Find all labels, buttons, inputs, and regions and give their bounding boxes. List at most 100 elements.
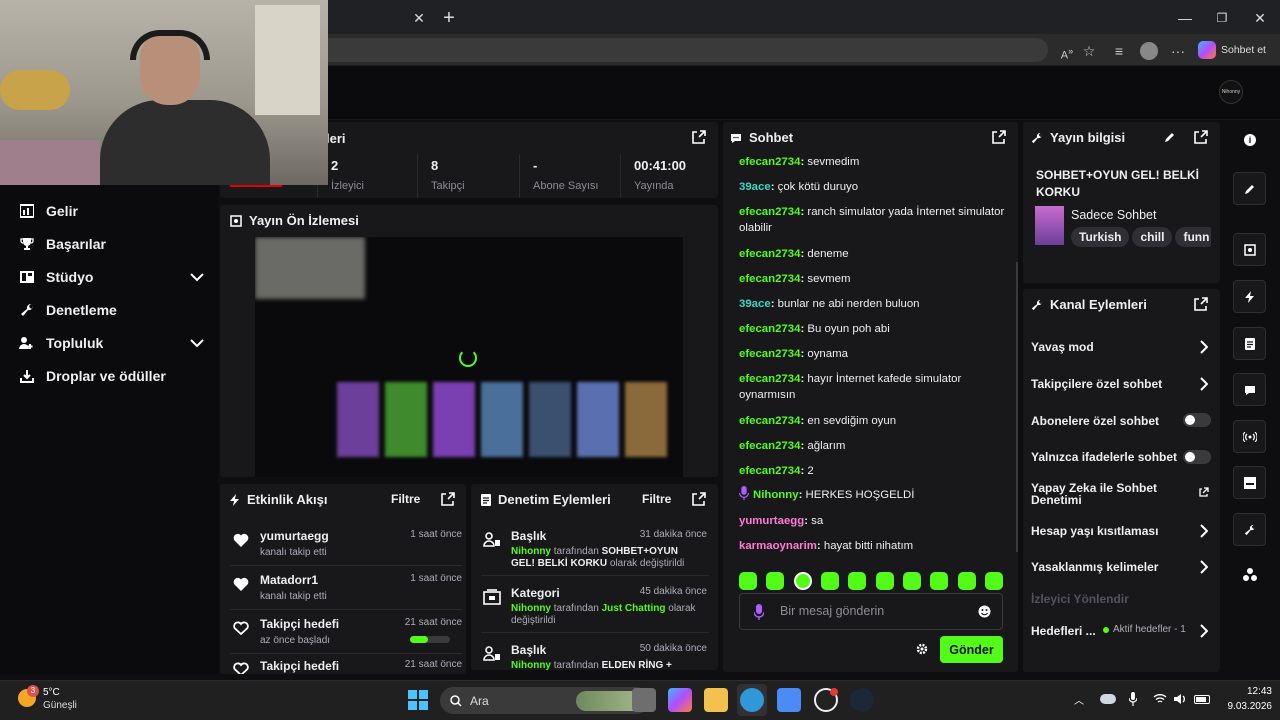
rail-actions-button[interactable] (1233, 513, 1266, 546)
file-explorer-icon[interactable] (704, 688, 728, 712)
expand-icon[interactable] (441, 492, 455, 506)
channel-avatar[interactable]: Nihonny (1219, 80, 1243, 104)
chat-username[interactable]: efecan2734 (739, 465, 800, 477)
expand-icon[interactable] (692, 492, 706, 506)
chevron-down-icon[interactable] (190, 338, 204, 348)
emote-icon[interactable] (984, 572, 1003, 590)
send-button[interactable]: Gönder (940, 636, 1003, 663)
emote-icon[interactable] (902, 572, 921, 590)
minimize-icon[interactable]: — (1175, 8, 1195, 28)
rail-chat-button[interactable] (1233, 373, 1266, 406)
account-age-row[interactable]: Hesap yaşı kısıtlaması (1031, 524, 1211, 538)
profile-avatar[interactable] (1140, 42, 1158, 60)
info-icon[interactable]: i (1244, 134, 1256, 146)
copilot-taskbar-icon[interactable] (668, 688, 692, 712)
maximize-icon[interactable]: ❐ (1212, 8, 1232, 28)
taskbar-search-box[interactable]: Ara (440, 687, 650, 714)
tag-chip[interactable]: funn (1175, 227, 1211, 247)
emote-icon[interactable] (739, 572, 757, 590)
chevron-right-icon[interactable] (1200, 624, 1208, 638)
new-tab-icon[interactable]: + (439, 8, 459, 28)
slow-mode-row[interactable]: Yavaş mod (1031, 340, 1211, 354)
add-widget-icon[interactable] (1242, 568, 1258, 582)
chat-username[interactable]: efecan2734 (739, 156, 800, 168)
chat-username[interactable]: efecan2734 (739, 248, 800, 260)
expand-icon[interactable] (992, 130, 1006, 144)
sidebar-item-community[interactable]: Topluluk (18, 333, 204, 353)
close-tab-icon[interactable]: ✕ (409, 8, 429, 28)
chat-username[interactable]: efecan2734 (739, 373, 800, 385)
chat-username[interactable]: 39ace (739, 181, 771, 193)
task-view-icon[interactable] (632, 688, 656, 712)
weather-temp[interactable]: 5°C (43, 687, 60, 698)
weather-desc[interactable]: Güneşli (43, 700, 77, 711)
chat-username[interactable]: 39ace (739, 298, 771, 310)
battery-icon[interactable] (1194, 695, 1210, 704)
sidebar-item-moderation[interactable]: Denetleme (18, 300, 204, 320)
emote-icon[interactable] (766, 572, 785, 590)
rail-preview-button[interactable] (1233, 233, 1266, 266)
chevron-right-icon[interactable] (1200, 340, 1208, 354)
chat-username[interactable]: yumurtaegg (739, 515, 804, 527)
chat-username[interactable]: efecan2734 (739, 273, 800, 285)
emote-icon[interactable] (930, 572, 949, 590)
banned-words-row[interactable]: Yasaklanmış kelimeler (1031, 560, 1211, 574)
activity-filter-button[interactable]: Filtre (391, 492, 420, 506)
settings-gear-icon[interactable] (916, 643, 928, 655)
rail-edit-button[interactable] (1233, 172, 1266, 205)
rail-modlog-button[interactable] (1233, 327, 1266, 360)
read-aloud-icon[interactable]: A» (1057, 41, 1077, 62)
ai-moderation-row[interactable]: Yapay Zeka ile Sohbet Denetimi (1031, 482, 1181, 506)
category-name[interactable]: Sadece Sohbet (1071, 208, 1157, 222)
expand-icon[interactable] (1194, 130, 1208, 144)
volume-icon[interactable] (1173, 693, 1187, 705)
rail-activity-button[interactable] (1233, 280, 1266, 313)
followers-only-row[interactable]: Takipçilere özel sohbet (1031, 377, 1211, 391)
sidebar-item-revenue[interactable]: Gelir (18, 201, 204, 221)
favorite-star-icon[interactable]: ☆ (1079, 41, 1099, 61)
chevron-up-icon[interactable]: ︿ (1074, 692, 1084, 707)
emote-icon[interactable] (820, 572, 839, 590)
chat-username[interactable]: efecan2734 (739, 440, 800, 452)
chat-scrollbar[interactable] (1016, 262, 1018, 552)
external-link-icon[interactable] (1199, 487, 1209, 497)
steam-icon[interactable] (850, 688, 874, 712)
subscribers-only-toggle[interactable] (1183, 413, 1211, 427)
microphone-tray-icon[interactable] (1129, 692, 1137, 706)
tag-chip[interactable]: chill (1132, 227, 1173, 247)
sidebar-item-studio[interactable]: Stüdyo (18, 267, 204, 287)
preview-video[interactable] (255, 237, 683, 477)
chat-username[interactable]: efecan2734 (739, 415, 800, 427)
modlog-filter-button[interactable]: Filtre (642, 492, 671, 506)
favorites-list-icon[interactable]: ≡ (1109, 41, 1129, 61)
microsoft-store-icon[interactable] (777, 688, 801, 712)
emote-icon[interactable] (875, 572, 894, 590)
chat-username[interactable]: efecan2734 (739, 348, 800, 360)
pencil-icon[interactable] (1164, 131, 1176, 143)
url-input[interactable] (318, 38, 1048, 62)
chevron-right-icon[interactable] (1200, 560, 1208, 574)
emoji-picker-icon[interactable] (978, 605, 991, 618)
onedrive-icon[interactable] (1100, 694, 1116, 704)
goals-row[interactable]: Hedefleri ... (1031, 624, 1101, 638)
chat-username[interactable]: efecan2734 (739, 323, 800, 335)
chat-username[interactable]: Nihonny (753, 489, 799, 501)
rail-broadcast-button[interactable] (1233, 420, 1266, 453)
chevron-down-icon[interactable] (190, 272, 204, 282)
close-window-icon[interactable]: ✕ (1250, 8, 1270, 28)
chat-username[interactable]: efecan2734 (739, 206, 800, 218)
wifi-icon[interactable] (1153, 693, 1167, 704)
emote-icon[interactable] (848, 572, 867, 590)
expand-icon[interactable] (692, 130, 706, 144)
rail-stream-info-button[interactable] (1233, 466, 1266, 499)
copilot-button[interactable]: Sohbet et (1198, 38, 1274, 62)
emote-icon[interactable] (957, 572, 976, 590)
chevron-right-icon[interactable] (1200, 524, 1208, 538)
sidebar-item-achievements[interactable]: Başarılar (18, 234, 204, 254)
windows-start-icon[interactable] (408, 690, 428, 710)
emote-only-toggle[interactable] (1183, 450, 1211, 464)
tag-chip[interactable]: Turkish (1071, 227, 1130, 247)
chevron-right-icon[interactable] (1200, 377, 1208, 391)
more-menu-icon[interactable]: ··· (1168, 41, 1188, 61)
sidebar-item-drops[interactable]: Droplar ve ödüller (18, 366, 204, 386)
